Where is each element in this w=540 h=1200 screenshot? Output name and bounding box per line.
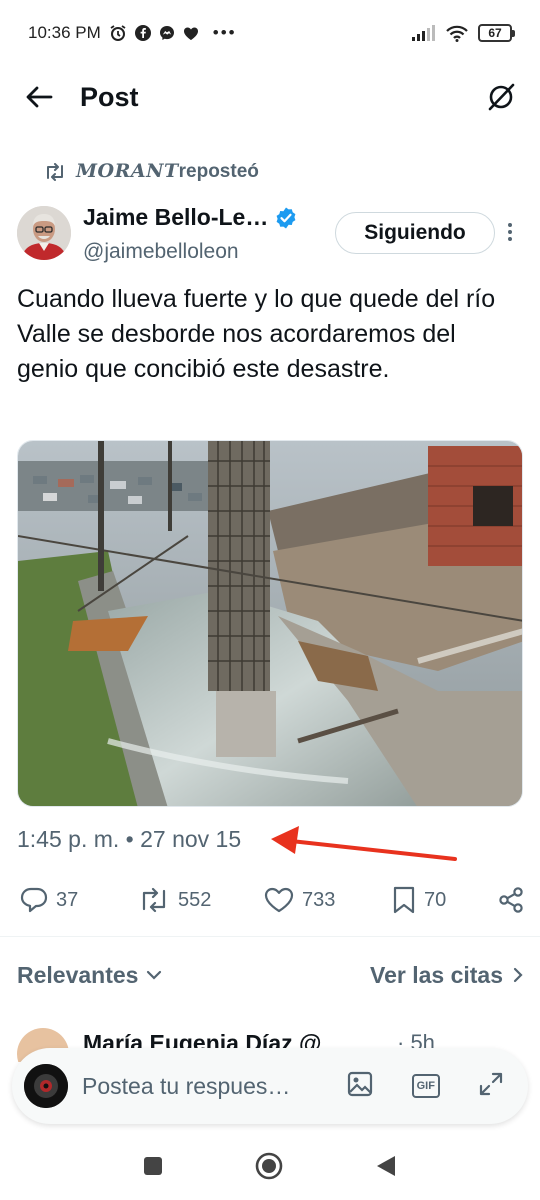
- repost-button[interactable]: 552: [138, 887, 264, 913]
- reply-composer: Postea tu respues… GIF: [12, 1048, 528, 1124]
- signal-icon: [412, 25, 436, 41]
- home-icon[interactable]: [255, 1152, 283, 1185]
- gif-icon: GIF: [411, 1074, 440, 1098]
- grok-icon[interactable]: [486, 82, 516, 112]
- reply-count: 37: [56, 888, 79, 911]
- tweet-action-bar: 37 552 733 70: [20, 880, 525, 920]
- back-arrow-icon[interactable]: [24, 84, 54, 110]
- add-gif-button[interactable]: GIF: [401, 1061, 450, 1111]
- like-count: 733: [302, 888, 336, 911]
- view-quotes-label: Ver las citas: [370, 961, 503, 988]
- top-nav: Post: [0, 66, 540, 128]
- repost-indicator: MORANTreposteó: [44, 160, 259, 183]
- author-handle[interactable]: @jaimebelloleon: [83, 240, 239, 264]
- repost-small-icon: [44, 162, 66, 181]
- sort-label: Relevantes: [17, 961, 139, 988]
- page-title: Post: [80, 81, 139, 112]
- repost-icon: [138, 887, 170, 913]
- tweet-timestamp[interactable]: 1:45 p. m. • 27 nov 15: [17, 826, 241, 853]
- bookmark-button[interactable]: 70: [392, 886, 492, 914]
- add-image-button[interactable]: [336, 1061, 385, 1111]
- more-notifications-indicator: •••: [212, 23, 237, 42]
- recents-icon[interactable]: [143, 1156, 163, 1181]
- annotation-arrow-icon: [265, 822, 460, 871]
- like-button[interactable]: 733: [264, 887, 384, 913]
- replies-header: Relevantes Ver las citas: [17, 958, 523, 992]
- repost-count: 552: [178, 888, 212, 911]
- bookmark-icon: [392, 886, 416, 914]
- avatar[interactable]: [17, 206, 71, 260]
- my-avatar: [24, 1064, 68, 1108]
- reply-input[interactable]: Postea tu respues…: [82, 1073, 320, 1100]
- sort-dropdown[interactable]: Relevantes: [17, 962, 162, 989]
- following-button[interactable]: Siguiendo: [335, 212, 495, 254]
- reply-button[interactable]: 37: [20, 887, 132, 913]
- chevron-down-icon: [146, 969, 162, 981]
- back-triangle-icon[interactable]: [375, 1154, 397, 1183]
- repost-username[interactable]: MORANT: [76, 160, 179, 182]
- author-name-block[interactable]: Jaime Bello-Le…: [83, 204, 298, 231]
- more-options-icon[interactable]: [507, 222, 513, 248]
- wifi-icon: [446, 25, 468, 42]
- author-name[interactable]: Jaime Bello-Le…: [83, 204, 268, 231]
- expand-icon: [478, 1071, 504, 1102]
- reply-icon: [20, 887, 48, 913]
- view-quotes-link[interactable]: Ver las citas: [370, 962, 523, 989]
- verified-badge-icon: [274, 206, 298, 230]
- facebook-icon: [134, 25, 151, 41]
- system-navigation-bar: [0, 1136, 540, 1200]
- status-time: 10:36 PM: [28, 23, 101, 42]
- heart-status-icon: [183, 26, 199, 41]
- tweet-text: Cuando llueva fuerte y lo que quede del …: [17, 285, 496, 383]
- bookmark-count: 70: [424, 888, 447, 911]
- image-icon: [347, 1071, 373, 1102]
- share-button[interactable]: [497, 886, 525, 914]
- tweet-photo[interactable]: [17, 440, 523, 807]
- divider: [0, 936, 540, 937]
- messenger-icon: [159, 25, 175, 41]
- status-bar: 10:36 PM ••• 67: [0, 0, 540, 66]
- alarm-icon: [109, 24, 127, 42]
- share-icon: [497, 886, 525, 914]
- repost-label: reposteó: [178, 161, 259, 182]
- author-row: Jaime Bello-Le… @jaimebelloleon Siguiend…: [17, 200, 523, 270]
- chevron-right-icon: [513, 967, 523, 983]
- expand-composer-button[interactable]: [467, 1061, 516, 1111]
- battery-indicator: 67: [478, 24, 515, 42]
- heart-icon: [264, 887, 294, 913]
